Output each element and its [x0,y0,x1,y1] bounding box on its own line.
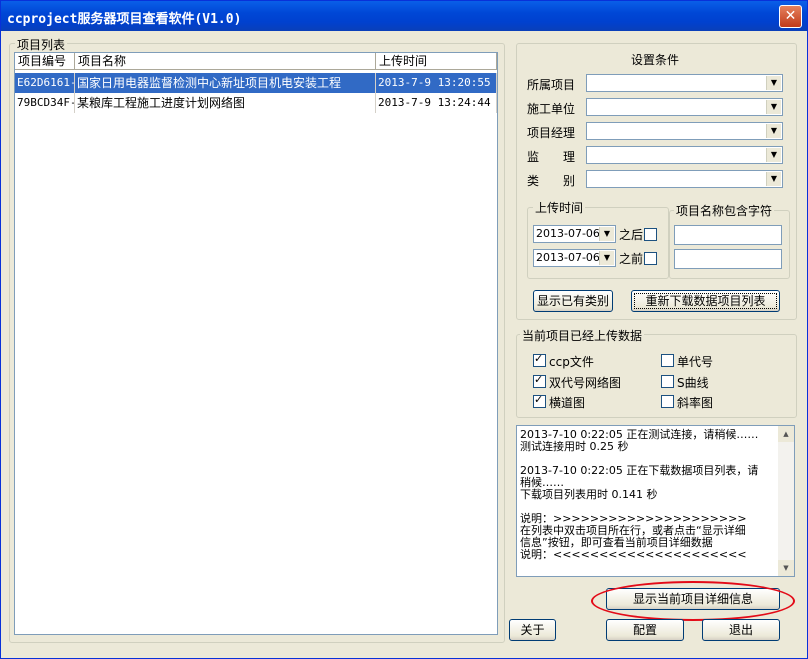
exit-button[interactable]: 退出 [702,619,780,641]
window-title: ccproject服务器项目查看软件(V1.0) [7,12,242,27]
close-icon[interactable]: ✕ [779,5,802,28]
about-button[interactable]: 关于 [509,619,556,641]
settings-title: 设置条件 [631,53,680,67]
table-row[interactable]: 79BCD34F-4 某粮库工程施工进度计划网络图 2013-7-9 13:24… [15,93,497,113]
chevron-down-icon[interactable]: ▼ [599,227,614,241]
checkbox-s-curve-label: S曲线 [677,376,709,390]
scroll-down-icon[interactable]: ▼ [778,560,794,576]
checkbox-double-code-label: 双代号网络图 [549,376,622,390]
show-categories-button[interactable]: 显示已有类别 [533,290,613,312]
filter-label-project: 所属项目 [527,78,576,92]
before-label: 之前 [619,252,644,266]
upload-time-group [527,207,669,279]
log-textarea[interactable]: 2013-7-10 0:22:05 正在测试连接，请稍候…… 测试连接用时 0.… [516,425,795,577]
filter-label-contractor: 施工单位 [527,102,576,116]
log-line: 说明：<<<<<<<<<<<<<<<<<<<<< [520,548,747,561]
chevron-down-icon[interactable]: ▼ [599,251,614,265]
checkbox-double-code[interactable] [533,373,546,388]
chevron-down-icon[interactable]: ▼ [766,76,781,90]
filter-supervisor-select[interactable]: ▼ [586,146,783,164]
checkbox-s-curve[interactable] [661,375,674,388]
column-header-time[interactable]: 上传时间 [376,53,497,70]
filter-manager-select[interactable]: ▼ [586,122,783,140]
filter-label-manager: 项目经理 [527,126,576,140]
row-name: 某粮库工程施工进度计划网络图 [75,93,376,113]
chevron-down-icon[interactable]: ▼ [766,100,781,114]
filter-category-select[interactable]: ▼ [586,170,783,188]
name-contains-input-1[interactable] [674,225,782,245]
upload-time-label: 上传时间 [533,199,586,216]
show-details-button[interactable]: 显示当前项目详细信息 [606,588,780,610]
checkbox-single-code-label: 单代号 [677,355,714,369]
row-time: 2013-7-9 13:24:44 [376,93,497,113]
filter-contractor-select[interactable]: ▼ [586,98,783,116]
checkbox-slope[interactable] [661,395,674,408]
filter-project-select[interactable]: ▼ [586,74,783,92]
checkbox-slope-label: 斜率图 [677,396,714,410]
after-date-picker[interactable]: 2013-07-06 ▼ [533,225,616,243]
name-contains-input-2[interactable] [674,249,782,269]
checkbox-gantt[interactable] [533,393,546,408]
after-date-value: 2013-07-06 [536,227,600,240]
chevron-down-icon[interactable]: ▼ [766,148,781,162]
name-contains-label: 项目名称包含字符 [674,202,775,219]
column-header-name[interactable]: 项目名称 [75,53,376,70]
after-checkbox[interactable] [644,228,657,241]
filter-label-category: 类 别 [527,174,576,188]
row-id: 79BCD34F-4 [15,93,75,113]
checkbox-ccp-file[interactable] [533,352,546,367]
checkbox-single-code[interactable] [661,354,674,367]
row-time: 2013-7-9 13:20:55 [376,73,497,93]
project-list[interactable]: 项目编号 项目名称 上传时间 E62D6161-1 国家日用电器监督检测中心新址… [14,52,498,635]
title-bar[interactable]: ccproject服务器项目查看软件(V1.0) ✕ [1,1,807,31]
config-button[interactable]: 配置 [606,619,684,641]
after-label: 之后 [619,228,644,242]
redownload-list-button[interactable]: 重新下载数据项目列表 [631,290,780,312]
log-line: 测试连接用时 0.25 秒 [520,440,629,453]
chevron-down-icon[interactable]: ▼ [766,172,781,186]
log-scrollbar[interactable]: ▲ ▼ [778,426,794,576]
project-list-label: 项目列表 [15,36,68,53]
main-window: ccproject服务器项目查看软件(V1.0) ✕ 项目列表 项目编号 项目名… [0,0,808,659]
uploaded-data-label: 当前项目已经上传数据 [520,327,645,344]
log-line: 下载项目列表用时 0.141 秒 [520,488,658,501]
before-date-picker[interactable]: 2013-07-06 ▼ [533,249,616,267]
checkbox-gantt-label: 横道图 [549,396,586,410]
before-date-value: 2013-07-06 [536,251,600,264]
column-header-id[interactable]: 项目编号 [15,53,75,70]
list-header: 项目编号 项目名称 上传时间 [15,53,497,71]
table-row[interactable]: E62D6161-1 国家日用电器监督检测中心新址项目机电安装工程 2013-7… [15,73,497,93]
filter-label-supervisor: 监 理 [527,150,576,164]
chevron-down-icon[interactable]: ▼ [766,124,781,138]
before-checkbox[interactable] [644,252,657,265]
checkbox-ccp-file-label: ccp文件 [549,355,594,369]
scroll-up-icon[interactable]: ▲ [778,426,794,442]
row-name: 国家日用电器监督检测中心新址项目机电安装工程 [75,73,376,93]
row-id: E62D6161-1 [15,73,75,93]
